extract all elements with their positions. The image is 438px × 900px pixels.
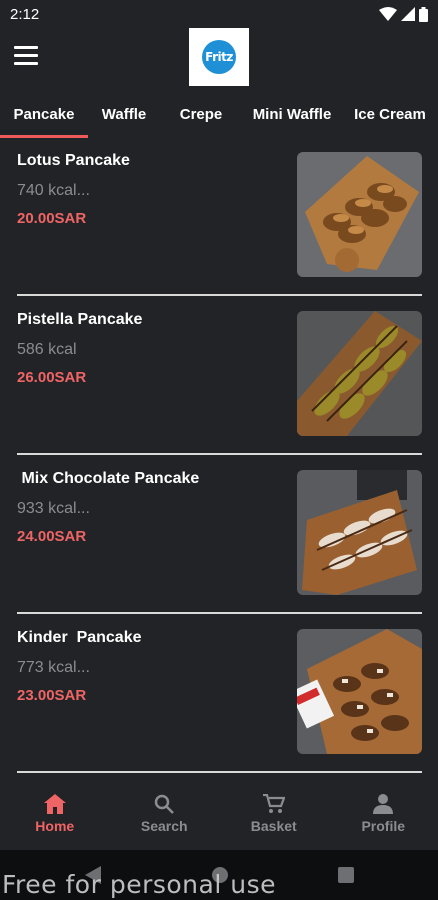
tab-label: Pancake <box>13 105 75 123</box>
item-name: Kinder Pancake <box>17 629 142 646</box>
list-item[interactable]: Kinder Pancake 773 kcal... 23.00SAR <box>17 615 422 773</box>
person-icon <box>373 794 394 814</box>
tab-label: Mini Waffle <box>252 105 332 123</box>
item-name: Pistella Pancake <box>17 311 143 328</box>
status-bar: 2:12 <box>0 0 438 28</box>
item-name: Lotus Pancake <box>17 152 130 169</box>
lotus-pancake-image[interactable] <box>297 152 422 277</box>
category-tabs: Pancake Waffle Crepe Mini Waffle Ice Cre… <box>0 90 438 138</box>
product-list: Lotus Pancake 740 kcal... 20.00SAR Piste… <box>0 138 438 778</box>
wifi-icon <box>379 7 397 21</box>
nav-basket[interactable]: Basket <box>219 778 329 850</box>
item-price: 23.00SAR <box>17 687 87 704</box>
nav-home[interactable]: Home <box>0 778 110 850</box>
item-price: 26.00SAR <box>17 369 87 386</box>
app-bar: Fritz <box>0 28 438 90</box>
pistella-pancake-image[interactable] <box>297 311 422 436</box>
brand-logo: Fritz <box>189 28 249 86</box>
nav-profile[interactable]: Profile <box>329 778 438 850</box>
item-price: 24.00SAR <box>17 528 87 545</box>
tab-label: Ice Cream <box>354 105 426 123</box>
item-kcal: 773 kcal... <box>17 659 90 676</box>
nav-label: Basket <box>250 818 297 834</box>
bottom-navigation: Home Search Basket Profile <box>0 778 438 850</box>
logo-mark: Fritz <box>202 40 236 74</box>
signal-icon <box>401 7 415 21</box>
tab-waffle[interactable]: Waffle <box>88 90 160 138</box>
tab-mini-waffle[interactable]: Mini Waffle <box>242 90 342 138</box>
divider <box>17 294 422 296</box>
item-kcal: 933 kcal... <box>17 500 90 517</box>
list-item[interactable]: Mix Chocolate Pancake 933 kcal... 24.00S… <box>17 456 422 614</box>
kinder-pancake-image[interactable] <box>297 629 422 754</box>
divider <box>17 612 422 614</box>
tab-label: Waffle <box>101 105 147 123</box>
watermark-text: Free for personal use <box>2 870 276 899</box>
tab-label: Crepe <box>179 105 223 123</box>
item-price: 20.00SAR <box>17 210 87 227</box>
nav-label: Profile <box>361 818 406 834</box>
divider <box>17 453 422 455</box>
list-item[interactable]: Pistella Pancake 586 kcal 26.00SAR <box>17 297 422 455</box>
item-name: Mix Chocolate Pancake <box>17 470 200 487</box>
nav-search[interactable]: Search <box>110 778 220 850</box>
home-icon <box>43 794 66 814</box>
status-icons <box>379 6 428 22</box>
search-icon <box>155 794 175 814</box>
logo-text: Fritz <box>205 50 233 64</box>
divider <box>17 771 422 773</box>
recents-icon[interactable] <box>338 867 354 883</box>
item-kcal: 586 kcal <box>17 341 77 358</box>
tab-crepe[interactable]: Crepe <box>160 90 242 138</box>
item-kcal: 740 kcal... <box>17 182 90 199</box>
list-item[interactable]: Lotus Pancake 740 kcal... 20.00SAR <box>17 138 422 296</box>
status-time: 2:12 <box>10 5 40 23</box>
nav-label: Search <box>140 818 188 834</box>
battery-icon <box>419 6 428 22</box>
hamburger-menu-icon[interactable] <box>14 46 38 68</box>
mix-chocolate-pancake-image[interactable] <box>297 470 422 595</box>
tab-ice-cream[interactable]: Ice Cream <box>342 90 438 138</box>
cart-icon <box>262 794 285 813</box>
tab-pancake[interactable]: Pancake <box>0 90 88 138</box>
nav-label: Home <box>35 818 75 834</box>
